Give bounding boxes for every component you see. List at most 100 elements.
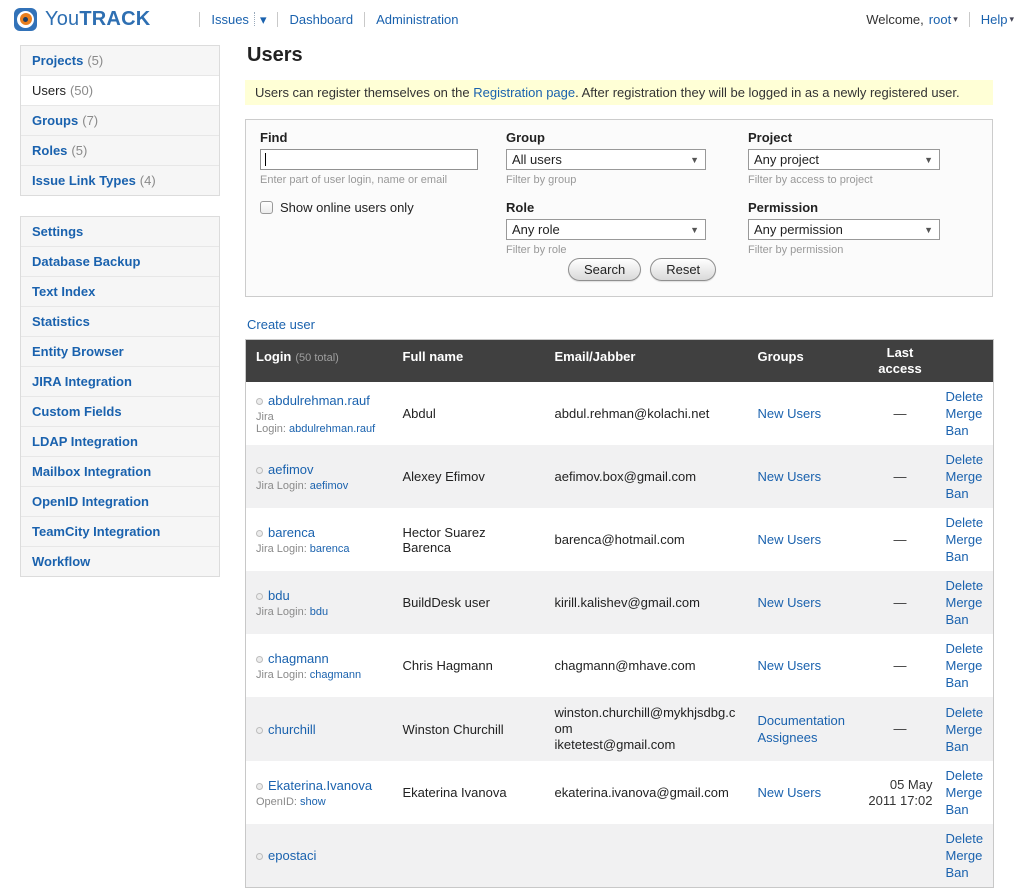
nav-administration[interactable]: Administration [376, 12, 458, 27]
ban-link[interactable]: Ban [946, 422, 990, 439]
merge-link[interactable]: Merge [946, 594, 990, 611]
sub-link[interactable]: barenca [310, 543, 350, 555]
user-login-link[interactable]: chagmann [268, 651, 329, 666]
youtrack-logo[interactable]: YouTRACK [14, 8, 150, 31]
sidebar-item-users[interactable]: Users(50) [21, 76, 219, 106]
sidebar-item-settings[interactable]: Settings [21, 217, 219, 247]
sidebar-item-statistics[interactable]: Statistics [21, 307, 219, 337]
sidebar-item-entity-browser[interactable]: Entity Browser [21, 337, 219, 367]
users-table: Login(50 total) Full name Email/Jabber G… [245, 339, 994, 888]
sidebar-item-issue-link-types[interactable]: Issue Link Types(4) [21, 166, 219, 195]
help-chevron-down-icon[interactable]: ▾ [1009, 15, 1014, 24]
merge-link[interactable]: Merge [946, 468, 990, 485]
main-content: Users Users can register themselves on t… [245, 40, 993, 888]
registration-page-link[interactable]: Registration page [473, 85, 575, 100]
merge-link[interactable]: Merge [946, 405, 990, 422]
user-login-link[interactable]: epostaci [268, 848, 316, 863]
merge-link[interactable]: Merge [946, 784, 990, 801]
sub-link[interactable]: abdulrehman.rauf [289, 423, 375, 435]
group-link[interactable]: New Users [758, 785, 822, 800]
merge-link[interactable]: Merge [946, 721, 990, 738]
nav-issues[interactable]: Issues [211, 12, 249, 27]
ban-link[interactable]: Ban [946, 548, 990, 565]
sub-label: OpenID: [256, 796, 297, 808]
sidebar-item-teamcity-integration[interactable]: TeamCity Integration [21, 517, 219, 547]
search-button[interactable]: Search [568, 258, 641, 281]
permission-label: Permission [748, 200, 940, 215]
select-arrow-icon: ▼ [690, 155, 699, 165]
group-link[interactable]: New Users [758, 469, 822, 484]
ban-link[interactable]: Ban [946, 864, 990, 881]
online-users-checkbox-row[interactable]: Show online users only [260, 200, 490, 215]
banner-text: Users can register themselves on the [255, 85, 473, 100]
table-row: Ekaterina.IvanovaOpenID:show Ekaterina I… [246, 761, 994, 824]
groups-cell: New Users [748, 571, 863, 634]
sub-link[interactable]: chagmann [310, 669, 361, 681]
groups-cell: New Users [748, 761, 863, 824]
group-link[interactable]: New Users [758, 406, 822, 421]
user-login-link[interactable]: bdu [268, 588, 290, 603]
sidebar-item-roles[interactable]: Roles(5) [21, 136, 219, 166]
sub-link[interactable]: show [300, 796, 326, 808]
user-login-link[interactable]: churchill [268, 722, 316, 737]
reset-button[interactable]: Reset [650, 258, 716, 281]
sidebar-item-custom-fields[interactable]: Custom Fields [21, 397, 219, 427]
sidebar-item-ldap-integration[interactable]: LDAP Integration [21, 427, 219, 457]
ban-link[interactable]: Ban [946, 738, 990, 755]
sidebar-item-projects[interactable]: Projects(5) [21, 46, 219, 76]
ban-link[interactable]: Ban [946, 674, 990, 691]
permission-hint: Filter by permission [748, 244, 940, 256]
full-name-cell [393, 824, 545, 888]
groups-cell: New Users [748, 445, 863, 508]
sidebar-item-jira-integration[interactable]: JIRA Integration [21, 367, 219, 397]
user-login-link[interactable]: Ekaterina.Ivanova [268, 778, 372, 793]
sidebar-item-database-backup[interactable]: Database Backup [21, 247, 219, 277]
find-input[interactable] [260, 149, 478, 170]
group-select[interactable]: All users▼ [506, 149, 706, 170]
sidebar-item-count: (4) [140, 173, 156, 188]
delete-link[interactable]: Delete [946, 451, 990, 468]
delete-link[interactable]: Delete [946, 577, 990, 594]
project-select[interactable]: Any project▼ [748, 149, 940, 170]
user-status-icon [256, 467, 263, 474]
merge-link[interactable]: Merge [946, 847, 990, 864]
delete-link[interactable]: Delete [946, 830, 990, 847]
permission-select[interactable]: Any permission▼ [748, 219, 940, 240]
group-link[interactable]: Documentation Assignees [758, 713, 845, 745]
sub-link[interactable]: bdu [310, 606, 328, 618]
help-menu-link[interactable]: Help [981, 12, 1008, 27]
group-link[interactable]: New Users [758, 532, 822, 547]
merge-link[interactable]: Merge [946, 531, 990, 548]
sidebar-item-mailbox-integration[interactable]: Mailbox Integration [21, 457, 219, 487]
delete-link[interactable]: Delete [946, 388, 990, 405]
delete-link[interactable]: Delete [946, 704, 990, 721]
sub-link[interactable]: aefimov [310, 480, 349, 492]
delete-link[interactable]: Delete [946, 767, 990, 784]
sidebar-item-openid-integration[interactable]: OpenID Integration [21, 487, 219, 517]
groups-cell [748, 824, 863, 888]
user-login-link[interactable]: barenca [268, 525, 315, 540]
role-select[interactable]: Any role▼ [506, 219, 706, 240]
sidebar-item-label: Workflow [32, 554, 90, 569]
delete-link[interactable]: Delete [946, 514, 990, 531]
nav-dashboard[interactable]: Dashboard [289, 12, 353, 27]
user-login-link[interactable]: aefimov [268, 462, 314, 477]
ban-link[interactable]: Ban [946, 485, 990, 502]
user-menu-link[interactable]: root [929, 12, 951, 27]
merge-link[interactable]: Merge [946, 657, 990, 674]
issues-chevron-down-icon[interactable]: ▾ [260, 13, 267, 26]
online-users-checkbox[interactable] [260, 201, 273, 214]
sidebar-item-groups[interactable]: Groups(7) [21, 106, 219, 136]
delete-link[interactable]: Delete [946, 640, 990, 657]
user-login-link[interactable]: abdulrehman.rauf [268, 393, 370, 408]
ban-link[interactable]: Ban [946, 611, 990, 628]
sidebar-item-workflow[interactable]: Workflow [21, 547, 219, 576]
group-link[interactable]: New Users [758, 658, 822, 673]
create-user-link[interactable]: Create user [247, 317, 315, 332]
user-chevron-down-icon[interactable]: ▾ [953, 15, 958, 24]
groups-cell: New Users [748, 508, 863, 571]
sidebar-item-label: Settings [32, 224, 83, 239]
sidebar-item-label: Text Index [32, 284, 95, 299]
sidebar-item-text-index[interactable]: Text Index [21, 277, 219, 307]
group-link[interactable]: New Users [758, 595, 822, 610]
